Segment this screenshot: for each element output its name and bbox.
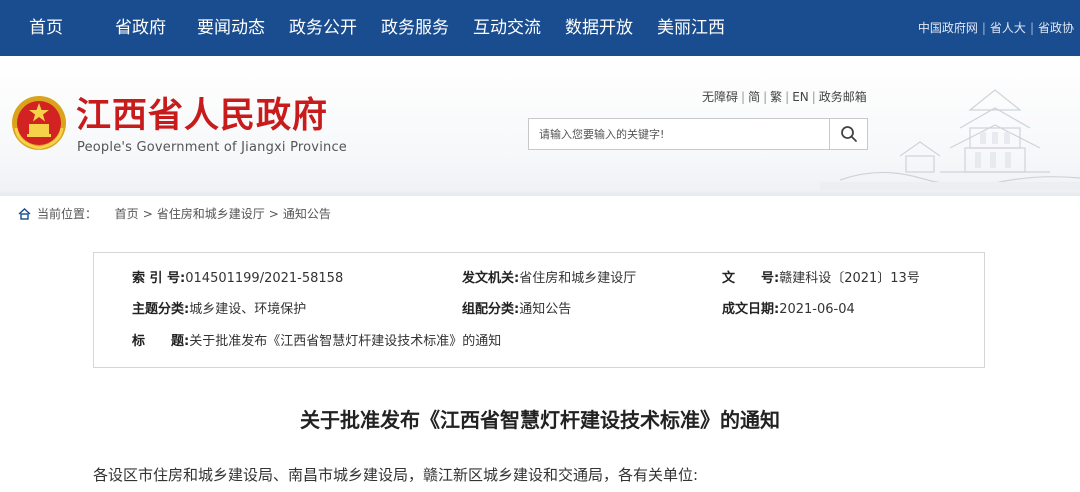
- link-provincial-congress[interactable]: 省人大: [990, 21, 1026, 35]
- nav-item-interaction[interactable]: 互动交流: [473, 17, 541, 39]
- site-name-chinese[interactable]: 江西省人民政府: [76, 96, 328, 136]
- divider: |: [811, 90, 816, 104]
- info-title-value: 关于批准发布《江西省智慧灯杆建设技术标准》的通知: [189, 334, 502, 349]
- site-name-english: People's Government of Jiangxi Province: [77, 140, 347, 155]
- english-link[interactable]: EN: [792, 90, 809, 104]
- home-icon: [18, 208, 31, 220]
- divider: |: [1029, 21, 1034, 35]
- info-topic-label: 主题分类:: [132, 302, 190, 317]
- divider: |: [981, 21, 986, 35]
- info-topic-value: 城乡建设、环境保护: [189, 302, 307, 317]
- info-issuer: 发文机关:省住房和城乡建设厅: [462, 270, 636, 288]
- site-header: 江西省人民政府 People's Government of Jiangxi P…: [0, 56, 1080, 196]
- info-doc-number-label: 文 号:: [722, 271, 780, 286]
- nav-item-home[interactable]: 首页: [29, 17, 63, 39]
- info-date: 成文日期:2021-06-04: [722, 301, 855, 319]
- info-topic: 主题分类:城乡建设、环境保护: [132, 301, 306, 319]
- nav-item-gov-services[interactable]: 政务服务: [381, 17, 449, 39]
- breadcrumb-separator: >: [268, 207, 279, 221]
- link-cppcc[interactable]: 省政协: [1038, 21, 1074, 35]
- accessibility-link[interactable]: 无障碍: [702, 90, 738, 104]
- article-title: 关于批准发布《江西省智慧灯杆建设技术标准》的通知: [300, 408, 780, 432]
- nav-item-province-gov[interactable]: 省政府: [115, 17, 166, 39]
- header-divider: [0, 190, 1080, 196]
- search-icon: [840, 126, 857, 142]
- info-title: 标 题:关于批准发布《江西省智慧灯杆建设技术标准》的通知: [132, 333, 501, 351]
- info-category-value: 通知公告: [519, 302, 572, 317]
- nav-item-open-data[interactable]: 数据开放: [565, 17, 633, 39]
- search-input[interactable]: [529, 119, 829, 149]
- info-issuer-label: 发文机关:: [462, 271, 520, 286]
- info-category-label: 组配分类:: [462, 302, 520, 317]
- info-category: 组配分类:通知公告: [462, 301, 571, 319]
- national-emblem-icon: [12, 96, 66, 150]
- info-date-label: 成文日期:: [722, 302, 780, 317]
- breadcrumb-home[interactable]: 首页: [115, 207, 139, 221]
- search-button[interactable]: [829, 119, 867, 149]
- info-doc-number: 文 号:赣建科设〔2021〕13号: [722, 270, 920, 288]
- link-china-gov[interactable]: 中国政府网: [918, 21, 978, 35]
- traditional-chinese-link[interactable]: 繁: [770, 90, 782, 104]
- divider: |: [785, 90, 790, 104]
- nav-item-beautiful-jiangxi[interactable]: 美丽江西: [657, 17, 725, 39]
- info-title-label: 标 题:: [132, 334, 190, 349]
- breadcrumb-notices[interactable]: 通知公告: [283, 207, 331, 221]
- header-tools: 无障碍 | 简 | 繁 | EN | 政务邮箱: [702, 89, 867, 105]
- divider: |: [763, 90, 768, 104]
- info-index-label: 索 引 号:: [132, 271, 186, 286]
- top-nav-bar: 首页 省政府 要闻动态 政务公开 政务服务 互动交流 数据开放 美丽江西 中国政…: [0, 0, 1080, 56]
- top-external-links: 中国政府网 | 省人大 | 省政协: [918, 20, 1074, 36]
- breadcrumb: 当前位置： 首页 > 省住房和城乡建设厅 > 通知公告: [18, 206, 331, 222]
- breadcrumb-department[interactable]: 省住房和城乡建设厅: [157, 207, 265, 221]
- nav-item-news[interactable]: 要闻动态: [197, 17, 265, 39]
- info-index: 索 引 号:014501199/2021-58158: [132, 270, 343, 288]
- search-box: [528, 118, 868, 150]
- info-date-value: 2021-06-04: [779, 302, 855, 317]
- info-doc-number-value: 赣建科设〔2021〕13号: [779, 271, 920, 286]
- breadcrumb-separator: >: [142, 207, 153, 221]
- breadcrumb-label: 当前位置：: [37, 207, 98, 221]
- gov-mail-link[interactable]: 政务邮箱: [819, 90, 867, 104]
- info-issuer-value: 省住房和城乡建设厅: [519, 271, 637, 286]
- simplified-chinese-link[interactable]: 简: [748, 90, 760, 104]
- article-salutation: 各设区市住房和城乡建设局、南昌市城乡建设局，赣江新区城乡建设和交通局，各有关单位…: [93, 466, 699, 484]
- info-index-value: 014501199/2021-58158: [185, 271, 344, 286]
- document-info-table: 索 引 号:014501199/2021-58158 发文机关:省住房和城乡建设…: [93, 252, 985, 368]
- nav-item-gov-affairs-open[interactable]: 政务公开: [289, 17, 357, 39]
- divider: |: [741, 90, 746, 104]
